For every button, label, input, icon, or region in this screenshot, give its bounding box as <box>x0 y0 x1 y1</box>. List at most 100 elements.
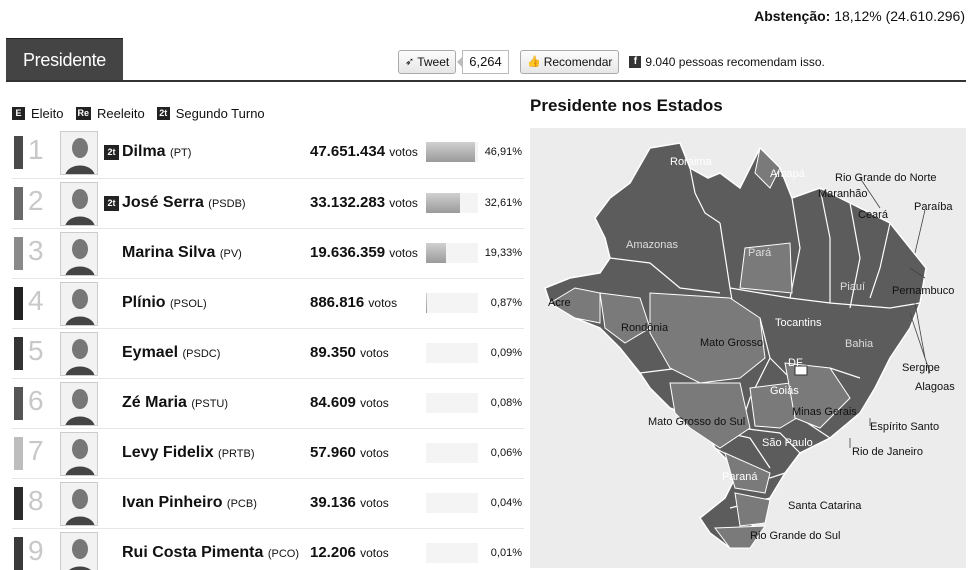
candidate-rank: 8 <box>28 485 44 516</box>
candidate-name-text: Dilma <box>122 143 166 160</box>
candidate-votes-number: 19.636.359 <box>310 244 386 261</box>
tweet-button[interactable]: ➶ Tweet <box>398 50 457 74</box>
candidate-rank: 4 <box>28 285 44 316</box>
candidate-name: Dilma (PT) <box>122 143 191 161</box>
candidate-votes: 19.636.359 votos <box>310 244 418 261</box>
candidate-votes-number: 39.136 <box>310 494 356 511</box>
candidate-name: Ivan Pinheiro (PCB) <box>122 494 257 512</box>
candidate-row[interactable]: 8 Ivan Pinheiro (PCB) 39.136 votos 0,04% <box>12 478 524 528</box>
candidate-rank: 5 <box>28 335 44 366</box>
candidate-row[interactable]: 3 Marina Silva (PV) 19.636.359 votos 19,33% <box>12 228 524 278</box>
thumbs-up-icon: 👍 <box>527 56 541 68</box>
state-label-alagoas: Alagoas <box>915 381 955 393</box>
candidate-percentage: 0,08% <box>490 397 522 409</box>
candidate-votes-unit: votos <box>360 546 389 560</box>
candidate-photo <box>60 482 98 526</box>
candidate-rank: 3 <box>28 235 44 266</box>
candidate-photo <box>60 282 98 326</box>
vote-share-bar <box>426 193 478 213</box>
candidate-photo <box>60 332 98 376</box>
candidate-name: Plínio (PSOL) <box>122 294 207 312</box>
candidate-votes: 47.651.434 votos <box>310 143 418 160</box>
abstention-summary: Abstenção: 18,12% (24.610.296) <box>754 8 965 24</box>
state-label-df: DF <box>788 357 803 369</box>
state-label-rio-grande-do-sul: Rio Grande do Sul <box>750 530 841 542</box>
vote-share-bar <box>426 393 478 413</box>
state-label-ceara: Ceará <box>858 209 889 221</box>
candidate-name-text: Levy Fidelix <box>122 444 214 461</box>
candidate-votes-number: 33.132.283 <box>310 194 386 211</box>
state-label-maranhao: Maranhão <box>818 188 868 200</box>
candidate-row[interactable]: 4 Plínio (PSOL) 886.816 votos 0,87% <box>12 278 524 328</box>
state-label-amapa: Amapá <box>770 168 806 180</box>
candidate-name-text: Eymael <box>122 344 179 361</box>
legend-label-eleito: Eleito <box>31 106 64 121</box>
candidate-name: Levy Fidelix (PRTB) <box>122 444 255 462</box>
candidate-votes: 57.960 votos <box>310 444 389 461</box>
candidate-percentage: 32,61% <box>484 197 522 209</box>
candidate-name: Rui Costa Pimenta (PCO) <box>122 544 299 562</box>
candidate-votes: 39.136 votos <box>310 494 389 511</box>
candidate-photo <box>60 131 98 175</box>
candidate-votes-unit: votos <box>360 496 389 510</box>
brazil-state-map[interactable]: Roraima Amapá Amazonas Pará Maranhão Cea… <box>530 128 966 568</box>
candidate-rank: 7 <box>28 435 44 466</box>
party-color-stripe <box>14 136 23 169</box>
candidate-row[interactable]: 7 Levy Fidelix (PRTB) 57.960 votos 0,06% <box>12 428 524 478</box>
state-label-amazonas: Amazonas <box>626 239 678 251</box>
state-label-mato-grosso: Mato Grosso <box>700 337 763 349</box>
facebook-widget: 👍 Recomendar f 9.040 pessoas recomendam … <box>520 50 825 74</box>
candidate-percentage: 0,06% <box>490 447 522 459</box>
second-round-badge: 2t <box>104 145 119 160</box>
state-label-piaui: Piauí <box>840 281 865 293</box>
party-color-stripe <box>14 437 23 470</box>
candidate-party: (PSDB) <box>208 198 246 210</box>
state-label-bahia: Bahia <box>845 338 874 350</box>
candidate-votes-number: 47.651.434 <box>310 143 386 160</box>
candidate-votes-number: 12.206 <box>310 544 356 561</box>
candidate-percentage: 0,09% <box>490 347 522 359</box>
recommend-button[interactable]: 👍 Recomendar <box>520 50 620 74</box>
candidate-votes: 12.206 votos <box>310 544 389 561</box>
state-label-para: Pará <box>748 247 772 259</box>
candidate-row[interactable]: 1 2t Dilma (PT) 47.651.434 votos 46,91% <box>12 128 524 178</box>
candidate-party: (PSTU) <box>191 398 229 410</box>
candidate-party: (PSOL) <box>170 298 207 310</box>
party-color-stripe <box>14 337 23 370</box>
facebook-recommend-text: 9.040 pessoas recomendam isso. <box>645 55 825 69</box>
candidate-name: Marina Silva (PV) <box>122 244 242 262</box>
legend-badge-reeleito: Re <box>75 107 92 120</box>
candidate-votes-unit: votos <box>368 296 398 310</box>
tweet-count: 6,264 <box>457 50 509 74</box>
candidate-party: (PCB) <box>226 498 257 510</box>
candidate-party: (PT) <box>170 147 192 159</box>
candidate-votes-number: 57.960 <box>310 444 356 461</box>
party-color-stripe <box>14 487 23 520</box>
state-label-rondonia: Rondônia <box>621 322 669 334</box>
candidate-name: José Serra (PSDB) <box>122 194 246 212</box>
candidate-party: (PV) <box>219 248 242 260</box>
state-label-acre: Acre <box>548 297 571 309</box>
candidate-row[interactable]: 5 Eymael (PSDC) 89.350 votos 0,09% <box>12 328 524 378</box>
party-color-stripe <box>14 187 23 220</box>
candidate-rank: 1 <box>28 134 44 165</box>
legend: E Eleito Re Reeleito 2t Segundo Turno <box>12 106 273 121</box>
vote-share-bar <box>426 293 478 313</box>
candidate-votes-unit: votos <box>360 346 389 360</box>
candidate-rank: 2 <box>28 185 44 216</box>
abstention-label: Abstenção: <box>754 8 831 24</box>
candidate-name-text: Rui Costa Pimenta <box>122 544 264 561</box>
candidate-row[interactable]: 9 Rui Costa Pimenta (PCO) 12.206 votos 0,01… <box>12 528 524 570</box>
candidate-votes: 84.609 votos <box>310 394 389 411</box>
candidate-rank: 9 <box>28 535 44 566</box>
vote-share-bar <box>426 543 478 563</box>
candidate-photo <box>60 382 98 426</box>
candidate-name-text: Zé Maria <box>122 394 187 411</box>
candidate-row[interactable]: 2 2t José Serra (PSDB) 33.132.283 votos 32,6… <box>12 178 524 228</box>
state-label-sergipe: Sergipe <box>902 362 940 374</box>
tab-presidente[interactable]: Presidente <box>6 38 123 80</box>
candidate-row[interactable]: 6 Zé Maria (PSTU) 84.609 votos 0,08% <box>12 378 524 428</box>
candidate-name-text: Ivan Pinheiro <box>122 494 223 511</box>
state-label-rio-grande-do-norte: Rio Grande do Norte <box>835 172 937 184</box>
candidate-name-text: Plínio <box>122 294 166 311</box>
